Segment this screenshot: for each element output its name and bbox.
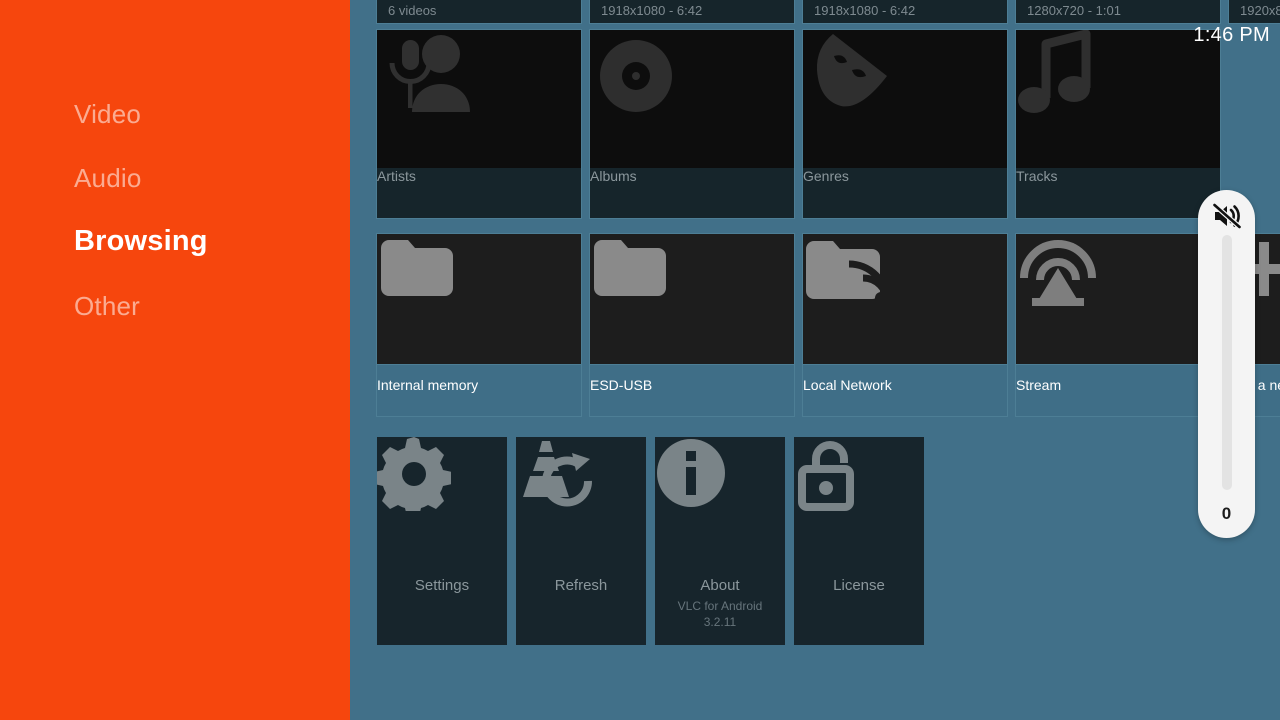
action-tile-label: License	[833, 577, 885, 594]
info-icon	[657, 439, 725, 507]
action-tile-label: Refresh	[554, 577, 608, 594]
video-tile-meta: 1280x720 - 1:01	[1027, 3, 1121, 18]
sidebar-item-browsing[interactable]: Browsing	[74, 227, 208, 256]
browse-tile-thumb	[1016, 234, 1220, 364]
action-tile-about[interactable]: About VLC for Android 3.2.11	[655, 437, 785, 645]
video-tile-meta: 1920x8	[1240, 3, 1280, 18]
about-app-version: 3.2.11	[703, 615, 737, 630]
browse-tile-label: Internal memory	[377, 364, 581, 416]
folder-icon	[381, 240, 453, 296]
video-tile[interactable]: 1280x720 - 1:01	[1015, 0, 1221, 24]
video-tile-meta: 6 videos	[388, 3, 437, 18]
browse-tile-label: Stream	[1016, 364, 1220, 416]
browse-tile-thumb	[803, 234, 1007, 364]
action-tile-thumb	[377, 437, 507, 577]
browse-tile-esd-usb[interactable]: ESD-USB	[589, 233, 795, 417]
sidebar: Video Audio Browsing Other	[0, 0, 350, 720]
gear-icon	[377, 437, 451, 511]
action-tile-refresh[interactable]: Refresh	[516, 437, 646, 645]
audio-tile-thumb	[1016, 30, 1220, 168]
audio-tile-albums[interactable]: Albums	[589, 29, 795, 219]
browse-tile-stream[interactable]: Stream	[1015, 233, 1221, 417]
content-grid: 6 videos 1918x1080 - 6:42 1918x1080 - 6:…	[350, 0, 1280, 720]
video-tile[interactable]: 1918x1080 - 6:42	[589, 0, 795, 24]
theater-mask-icon	[816, 34, 887, 107]
browse-tile-internal-memory[interactable]: Internal memory	[376, 233, 582, 417]
audio-tile-thumb	[377, 30, 581, 168]
sidebar-item-audio[interactable]: Audio	[74, 165, 142, 191]
volume-value: 0	[1221, 504, 1232, 523]
video-tile-meta: 1918x1080 - 6:42	[601, 3, 703, 18]
browse-tile-local-network[interactable]: Local Network	[802, 233, 1008, 417]
video-tile[interactable]: 1920x8	[1228, 0, 1280, 24]
audio-tile-label: Genres	[803, 168, 849, 184]
vinyl-disc-icon	[600, 40, 672, 112]
audio-tile-label: Artists	[377, 168, 416, 184]
action-tile-label: Settings	[414, 577, 470, 594]
browse-tile-label: Local Network	[803, 364, 1007, 416]
vlc-cone-refresh-icon	[523, 441, 593, 507]
action-tile-thumb	[794, 437, 924, 577]
sidebar-item-video[interactable]: Video	[74, 101, 141, 127]
audio-tile-genres[interactable]: Genres	[802, 29, 1008, 219]
browse-tile-thumb	[377, 234, 581, 364]
music-note-icon	[1018, 30, 1091, 113]
sidebar-item-other[interactable]: Other	[74, 293, 140, 319]
audio-tile-label: Albums	[590, 168, 637, 184]
broadcast-antenna-icon	[1020, 240, 1096, 306]
about-app-name: VLC for Android	[677, 599, 763, 613]
action-tile-license[interactable]: License	[794, 437, 924, 645]
action-tile-thumb	[655, 437, 785, 577]
audio-tile-thumb	[803, 30, 1007, 168]
audio-tile-tracks[interactable]: Tracks	[1015, 29, 1221, 219]
action-tile-thumb	[516, 437, 646, 577]
action-tile-label: About VLC for Android 3.2.11	[655, 577, 785, 645]
browse-tile-label: ESD-USB	[590, 364, 794, 416]
folder-icon	[594, 240, 666, 296]
volume-icon-wrap[interactable]	[1198, 202, 1255, 230]
volume-muted-icon	[1211, 202, 1242, 230]
browse-tile-thumb	[590, 234, 794, 364]
audio-tile-thumb	[590, 30, 794, 168]
open-padlock-icon	[798, 441, 854, 511]
video-tile-meta: 1918x1080 - 6:42	[814, 3, 916, 18]
action-tile-settings[interactable]: Settings	[377, 437, 507, 645]
volume-slider-overlay[interactable]: 0	[1198, 190, 1255, 538]
status-clock: 1:46 PM	[1193, 24, 1270, 46]
audio-tile-label: Tracks	[1016, 168, 1058, 184]
video-tile[interactable]: 1918x1080 - 6:42	[802, 0, 1008, 24]
microphone-person-icon	[389, 35, 470, 112]
audio-tile-artists[interactable]: Artists	[376, 29, 582, 219]
volume-track[interactable]	[1221, 235, 1232, 490]
action-tile-title: About	[700, 577, 740, 594]
folder-network-icon	[806, 241, 880, 299]
screen-root: Video Audio Browsing Other 6 videos 1918…	[0, 0, 1280, 720]
video-tile[interactable]: 6 videos	[376, 0, 582, 24]
